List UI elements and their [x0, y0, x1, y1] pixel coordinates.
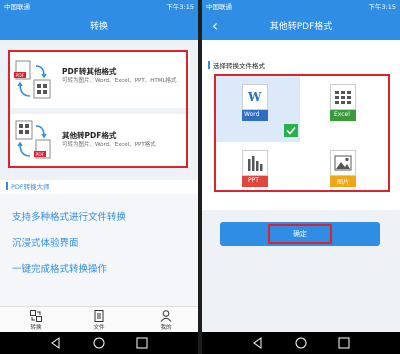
back-arrow-icon[interactable]: ‹	[208, 14, 222, 40]
android-nav-bar	[0, 332, 198, 354]
nav-home-icon[interactable]	[93, 337, 105, 349]
status-bar: 中国联通 下午3:15	[0, 0, 198, 14]
carrier-label: 中国联通	[206, 3, 232, 11]
nav-recents-icon[interactable]	[136, 337, 148, 349]
convert-screen: 中国联通 下午3:15 转换 PDF PDF转其他格式 可转为图片、Word、E…	[0, 0, 198, 354]
section-title: PDF转换大师	[11, 183, 50, 191]
android-nav-bar	[202, 332, 400, 354]
tab-convert[interactable]: 转换	[16, 310, 56, 331]
other-to-pdf-screen: 中国联通 下午3:15 ‹ 其他转PDF格式 选择转换文件格式 W Word E…	[202, 0, 400, 354]
tab-files[interactable]: 文件	[79, 310, 119, 331]
status-bar: 中国联通 下午3:15	[202, 0, 400, 14]
nav-back-icon[interactable]	[252, 337, 264, 349]
select-format-header: 选择转换文件格式	[208, 60, 265, 70]
section-accent-bar	[208, 61, 210, 69]
file-icon	[94, 310, 104, 322]
tab-files-label: 文件	[93, 325, 105, 331]
feature-item: 支持多种格式进行文件转换	[12, 212, 127, 223]
feature-item: 一键完成格式转换操作	[12, 264, 108, 275]
nav-home-icon[interactable]	[295, 337, 307, 349]
cards-highlight-box	[8, 50, 188, 168]
confirm-button[interactable]: 确定	[220, 222, 380, 246]
section-accent-bar	[6, 182, 8, 190]
section-header: PDF转换大师	[0, 180, 198, 194]
person-icon	[160, 310, 172, 322]
tab-convert-label: 转换	[30, 325, 42, 331]
nav-back-icon[interactable]	[50, 337, 62, 349]
nav-recents-icon[interactable]	[338, 337, 350, 349]
clock-label: 下午3:15	[166, 3, 194, 11]
clock-label: 下午3:15	[368, 3, 396, 11]
confirm-label: 确定	[293, 230, 307, 238]
carrier-label: 中国联通	[4, 3, 30, 11]
tab-profile-label: 我的	[160, 325, 172, 331]
page-title: 转换	[0, 14, 198, 40]
select-format-title: 选择转换文件格式	[213, 62, 265, 70]
feature-item: 沉浸式体验界面	[12, 238, 79, 249]
tab-profile[interactable]: 我的	[146, 310, 186, 331]
page-title: 其他转PDF格式	[269, 22, 333, 32]
title-bar: ‹ 其他转PDF格式	[202, 14, 400, 40]
tab-bar: 转换 文件 我的	[0, 306, 198, 333]
formats-highlight-box	[214, 74, 390, 192]
convert-icon	[30, 310, 42, 322]
